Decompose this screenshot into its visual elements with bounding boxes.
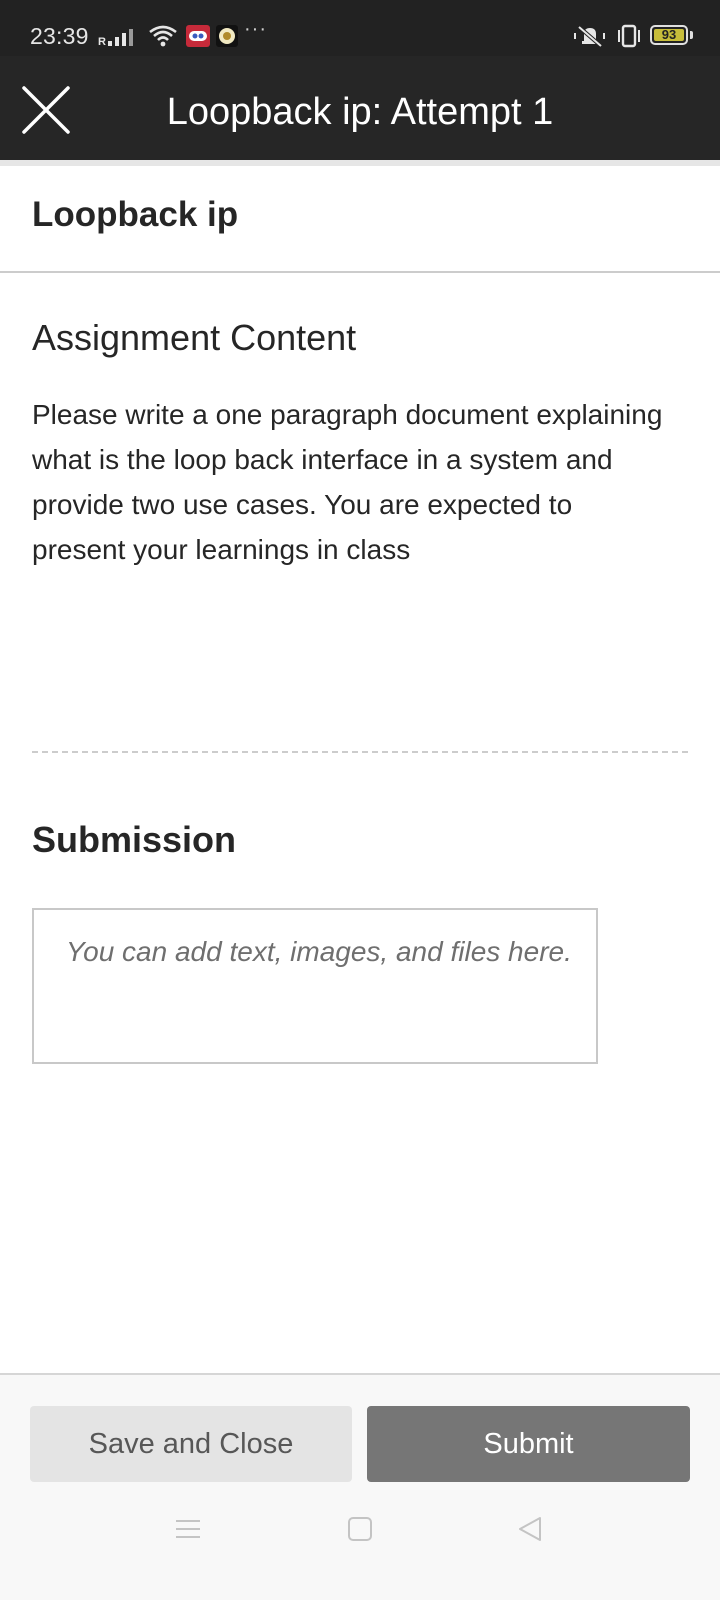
status-time: 23:39 — [30, 23, 89, 49]
status-overflow: ··· — [244, 18, 267, 40]
divider — [0, 271, 720, 273]
app-notification-icon — [186, 25, 210, 47]
app-header: Loopback ip: Attempt 1 — [0, 56, 720, 160]
assignment-content-text: Please write a one paragraph document ex… — [32, 399, 663, 565]
menu-icon[interactable] — [174, 1515, 202, 1543]
submission-input[interactable]: You can add text, images, and files here… — [32, 908, 598, 1064]
signal-icon: R — [98, 29, 133, 48]
svg-text:R: R — [98, 36, 106, 48]
header-shadow — [0, 160, 720, 166]
page-title: Loopback ip: Attempt 1 — [166, 91, 554, 133]
battery-level: 93 — [661, 27, 677, 42]
silent-icon — [574, 25, 605, 48]
battery-icon: 93 — [650, 25, 688, 45]
submission-placeholder: You can add text, images, and files here… — [66, 936, 572, 967]
submit-button[interactable]: Submit — [367, 1406, 690, 1482]
wifi-icon — [149, 25, 177, 47]
assignment-name: Loopback ip — [32, 195, 239, 234]
vibrate-icon — [618, 24, 640, 48]
footer-bar: Save and Close Submit — [0, 1373, 720, 1600]
save-and-close-button[interactable]: Save and Close — [30, 1406, 352, 1482]
status-bar: 23:39 R ··· 93 — [0, 0, 720, 56]
assignment-content-heading: Assignment Content — [32, 317, 357, 358]
back-icon[interactable] — [516, 1515, 544, 1543]
home-icon[interactable] — [346, 1515, 374, 1543]
app-notification-icon-2 — [216, 25, 238, 47]
battery-nub — [690, 31, 693, 39]
submission-heading: Submission — [32, 819, 237, 860]
dashed-divider — [32, 751, 688, 753]
